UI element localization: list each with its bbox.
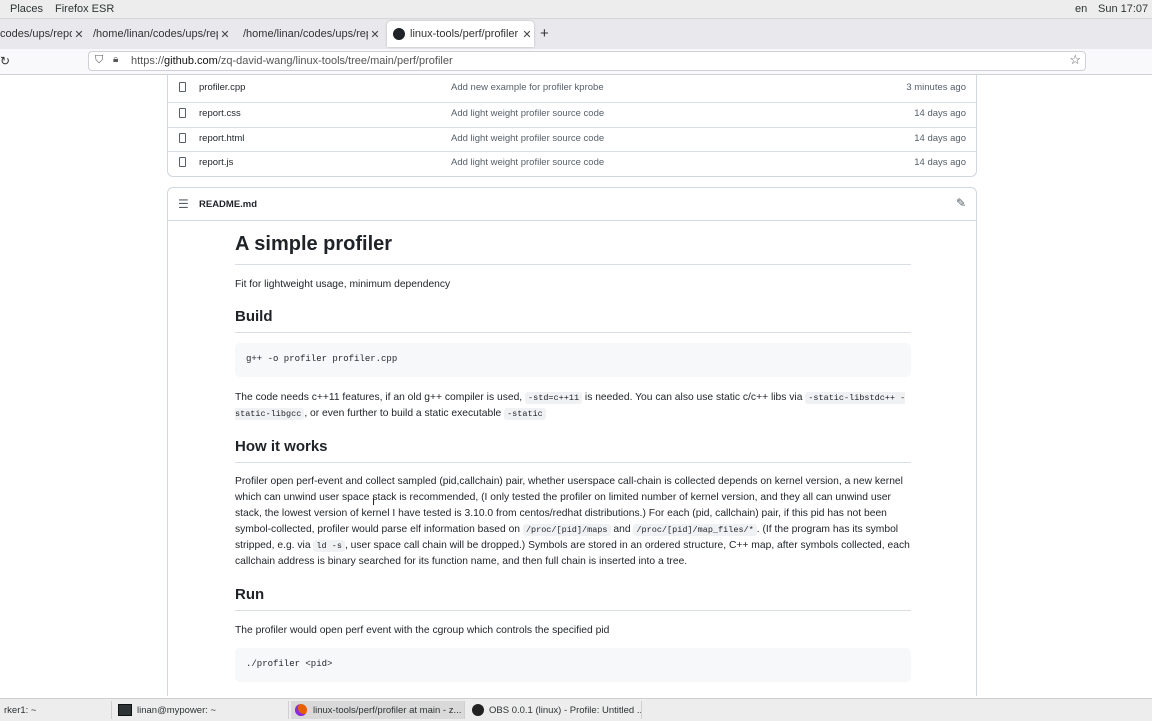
taskbar-window-label: rker1: ~: [4, 704, 37, 716]
tab-title: linux-tools/perf/profiler a: [410, 28, 520, 40]
taskbar-window-label: linan@mypower: ~: [137, 704, 217, 716]
tab-title: codes/ups/repo: [0, 28, 72, 40]
inline-code: -std=c++11: [525, 392, 583, 404]
file-icon: [179, 133, 186, 143]
run-paragraph: The profiler would open perf event with …: [235, 625, 610, 636]
commit-message-link[interactable]: Add new example for profiler kprobe: [451, 82, 604, 93]
text-run: The code needs c++11 features, if an old…: [235, 392, 526, 403]
file-icon: [179, 108, 186, 118]
build-code-block: g++ -o profiler profiler.cpp: [235, 343, 911, 377]
browser-tab[interactable]: codes/ups/repo ✕: [0, 21, 86, 47]
browser-tab-active[interactable]: linux-tools/perf/profiler a ✕: [387, 21, 534, 47]
build-paragraph: The code needs c++11 features, if an old…: [235, 390, 911, 422]
text-run: , or even further to build a static exec…: [304, 408, 505, 419]
clock[interactable]: Sun 17:07: [1098, 3, 1148, 15]
url-text[interactable]: https://github.com/zq-david-wang/linux-t…: [131, 55, 453, 67]
close-tab-icon[interactable]: ✕: [520, 28, 534, 41]
new-tab-button[interactable]: +: [540, 25, 549, 42]
file-row[interactable]: report.html Add light weight profiler so…: [168, 127, 976, 152]
heading-rule: [235, 462, 911, 463]
file-name-link[interactable]: report.html: [199, 133, 244, 144]
run-heading: Run: [235, 586, 265, 603]
github-icon: [393, 28, 405, 40]
file-icon: [179, 82, 186, 92]
commit-message-link[interactable]: Add light weight profiler source code: [451, 108, 604, 119]
close-tab-icon[interactable]: ✕: [368, 28, 382, 41]
url-bar[interactable]: ⛉ 🔒︎ https://github.com/zq-david-wang/li…: [88, 51, 1086, 71]
commit-message-link[interactable]: Add light weight profiler source code: [451, 133, 604, 144]
shield-icon[interactable]: ⛉: [95, 54, 103, 67]
page-content: profiler.cpp Add new example for profile…: [0, 75, 1152, 696]
outline-list-icon[interactable]: ☰: [178, 197, 189, 211]
lock-icon[interactable]: 🔒︎: [113, 54, 118, 65]
file-name-link[interactable]: profiler.cpp: [199, 82, 245, 93]
heading-rule: [235, 264, 911, 265]
text-run: and: [610, 524, 634, 535]
taskbar-window-label: linux-tools/perf/profiler at main - z...: [313, 704, 462, 716]
url-host: github.com: [164, 55, 218, 67]
taskbar-window-button[interactable]: OBS 0.0.1 (linux) - Profile: Untitled ..…: [468, 701, 642, 719]
commit-date: 3 minutes ago: [906, 82, 966, 93]
terminal-icon: [118, 704, 132, 716]
inline-code: /proc/[pid]/map_files/*: [633, 524, 757, 536]
heading-rule: [235, 332, 911, 333]
firefox-icon: [295, 704, 307, 716]
taskbar-window-button[interactable]: rker1: ~: [0, 701, 112, 719]
readme-box: ☰ README.md ✎ A simple profiler Fit for …: [167, 187, 977, 696]
url-path: /zq-david-wang/linux-tools/tree/main/per…: [217, 55, 453, 67]
taskbar-window-button[interactable]: linan@mypower: ~: [114, 701, 289, 719]
edit-pencil-icon[interactable]: ✎: [956, 196, 966, 210]
obs-icon: [472, 704, 484, 716]
readme-title-heading: A simple profiler: [235, 233, 393, 255]
window-taskbar: rker1: ~ linan@mypower: ~ linux-tools/pe…: [0, 698, 1152, 721]
file-row[interactable]: report.js Add light weight profiler sour…: [168, 151, 976, 176]
how-it-works-paragraph: Profiler open perf-event and collect sam…: [235, 474, 911, 570]
commit-message-link[interactable]: Add light weight profiler source code: [451, 157, 604, 168]
commit-date: 14 days ago: [914, 108, 966, 119]
text-cursor-icon: I: [372, 496, 376, 508]
app-menu[interactable]: Firefox ESR: [55, 3, 114, 15]
file-name-link[interactable]: report.js: [199, 157, 233, 168]
tab-title: /home/linan/codes/ups/repo: [93, 28, 218, 40]
places-menu[interactable]: Places: [10, 3, 43, 15]
inline-code: -static: [504, 408, 546, 420]
browser-tab[interactable]: /home/linan/codes/ups/repo ✕: [87, 21, 232, 47]
bookmark-star-icon[interactable]: ☆: [1069, 52, 1081, 68]
inline-code: ld -s: [313, 540, 345, 552]
commit-date: 14 days ago: [914, 133, 966, 144]
run-code-block: ./profiler <pid>: [235, 648, 911, 682]
system-top-bar: Places Firefox ESR en Sun 17:07: [0, 0, 1152, 19]
heading-rule: [235, 610, 911, 611]
build-heading: Build: [235, 308, 273, 325]
readme-filename: README.md: [199, 199, 258, 210]
taskbar-window-button-active[interactable]: linux-tools/perf/profiler at main - z...: [291, 701, 465, 719]
file-name-link[interactable]: report.css: [199, 108, 241, 119]
keyboard-layout-indicator[interactable]: en: [1075, 3, 1087, 15]
reload-icon[interactable]: ↻: [0, 54, 10, 68]
commit-date: 14 days ago: [914, 157, 966, 168]
browser-tab[interactable]: /home/linan/codes/ups/repo ✕: [237, 21, 382, 47]
close-tab-icon[interactable]: ✕: [72, 28, 86, 41]
inline-code: /proc/[pid]/maps: [522, 524, 611, 536]
how-it-works-heading: How it works: [235, 438, 328, 455]
file-row[interactable]: profiler.cpp Add new example for profile…: [168, 77, 976, 101]
url-prefix: https://: [131, 55, 165, 67]
tab-strip: codes/ups/repo ✕ /home/linan/codes/ups/r…: [0, 19, 1152, 49]
navigation-bar: ↻ ⛉ 🔒︎ https://github.com/zq-david-wang/…: [0, 49, 1152, 75]
file-list: profiler.cpp Add new example for profile…: [167, 75, 977, 177]
close-tab-icon[interactable]: ✕: [218, 28, 232, 41]
intro-paragraph: Fit for lightweight usage, minimum depen…: [235, 279, 451, 290]
file-row[interactable]: report.css Add light weight profiler sou…: [168, 102, 976, 127]
taskbar-window-label: OBS 0.0.1 (linux) - Profile: Untitled ..…: [489, 704, 642, 716]
file-icon: [179, 157, 186, 167]
readme-header: ☰ README.md ✎: [168, 188, 976, 221]
text-run: is needed. You can also use static c/c++…: [582, 392, 806, 403]
tab-title: /home/linan/codes/ups/repo: [243, 28, 368, 40]
